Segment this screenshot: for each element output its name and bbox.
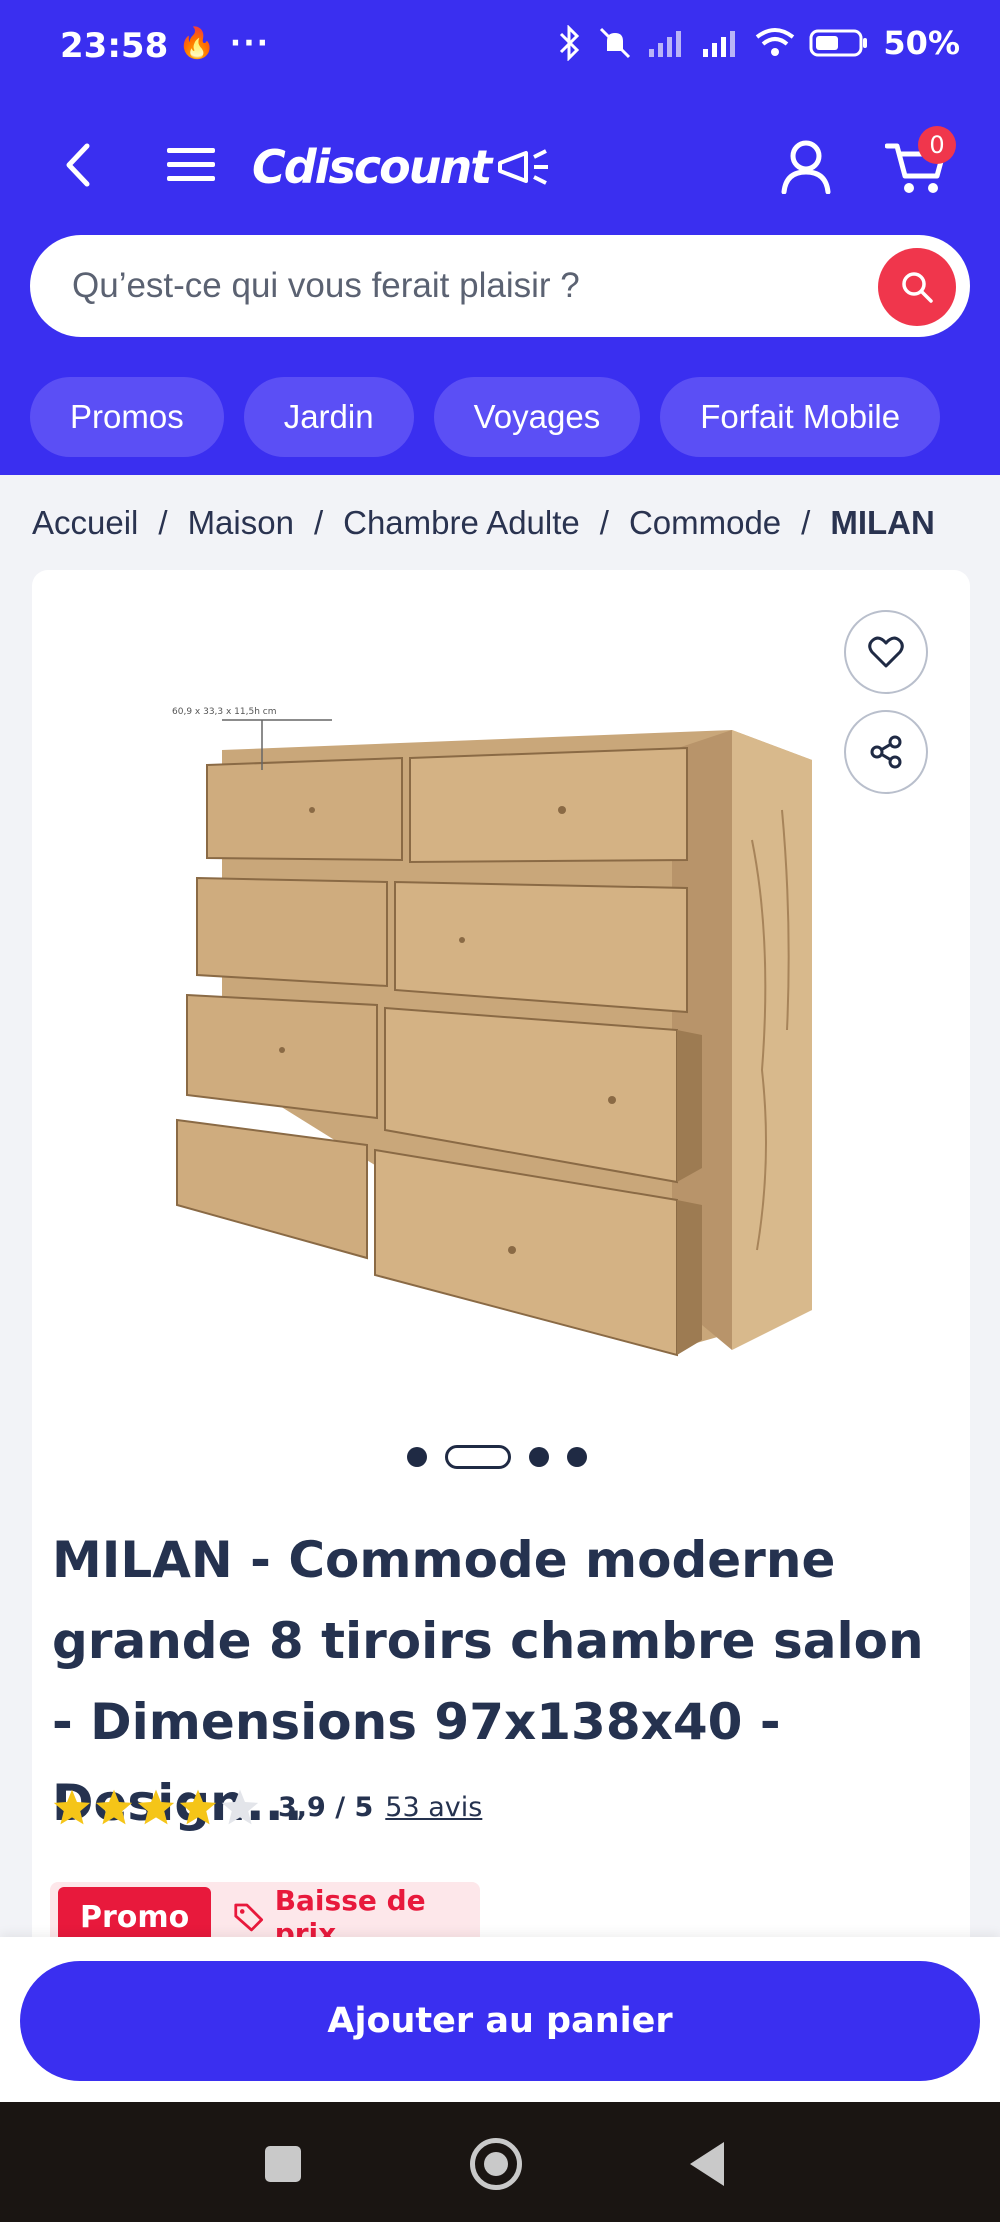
signal-icon (649, 31, 682, 57)
search-bar (30, 235, 970, 337)
dimension-label: 60,9 x 33,3 x 11,5h cm (172, 707, 277, 717)
star-icon (179, 1789, 217, 1825)
cart-count-badge: 0 (918, 126, 956, 164)
chip-forfait-mobile[interactable]: Forfait Mobile (660, 377, 941, 457)
carousel-dot-active[interactable] (445, 1445, 511, 1469)
carousel-dot[interactable] (567, 1447, 587, 1467)
rating-stars (52, 1788, 260, 1826)
breadcrumb-item-commode[interactable]: Commode (629, 504, 781, 542)
status-notification-icons: 🔥 ··· (178, 26, 270, 61)
rating-score: 3,9 / 5 (278, 1791, 374, 1823)
review-count-link[interactable]: 53 avis (385, 1792, 482, 1823)
star-empty-icon (221, 1789, 259, 1825)
status-time: 23:58 (60, 26, 169, 66)
breadcrumb-item-maison[interactable]: Maison (188, 504, 294, 542)
recent-apps-icon[interactable] (265, 2146, 301, 2182)
star-icon (95, 1789, 133, 1825)
star-icon (53, 1789, 91, 1825)
breadcrumb-separator: / (158, 504, 168, 541)
breadcrumb: Accueil / Maison / Chambre Adulte / Comm… (32, 498, 970, 548)
carousel-dot[interactable] (407, 1447, 427, 1467)
product-card: 60,9 x 33,3 x 11,5h cm MILAN - Commode m… (32, 570, 970, 1970)
back-arrow-icon[interactable] (55, 140, 105, 190)
favorite-button[interactable] (844, 610, 928, 694)
carousel-dot[interactable] (529, 1447, 549, 1467)
add-to-cart-button[interactable]: Ajouter au panier (20, 1961, 980, 2081)
cdiscount-logo[interactable]: Cdiscount (252, 140, 552, 194)
breadcrumb-separator: / (801, 504, 811, 541)
bluetooth-icon (560, 25, 580, 61)
back-icon[interactable] (690, 2142, 724, 2186)
chip-voyages[interactable]: Voyages (433, 377, 641, 457)
header: Cdiscount 0 Promos Jardin Voyages Forfai… (0, 100, 1000, 475)
signal-icon-2 (703, 31, 736, 57)
category-chips: Promos Jardin Voyages Forfait Mobile (30, 377, 941, 457)
chip-promos[interactable]: Promos (30, 377, 224, 457)
search-input[interactable] (72, 235, 852, 337)
system-nav-bar (0, 2102, 1000, 2222)
mute-icon (600, 27, 631, 59)
battery-percent: 50% (883, 24, 960, 62)
user-account-icon[interactable] (778, 138, 834, 194)
menu-icon[interactable] (165, 140, 217, 190)
price-tag-icon (234, 1903, 264, 1932)
breadcrumb-separator: / (599, 504, 609, 541)
home-icon[interactable] (470, 2138, 522, 2190)
image-carousel-dots (407, 1445, 587, 1469)
breadcrumb-item-chambre-adulte[interactable]: Chambre Adulte (343, 504, 580, 542)
battery-icon (809, 29, 868, 57)
status-bar: 23:58 🔥 ··· 50% (0, 0, 1000, 100)
chip-jardin[interactable]: Jardin (243, 377, 414, 457)
breadcrumb-item-current: MILAN (830, 504, 935, 541)
megaphone-icon (498, 149, 549, 185)
search-icon (902, 272, 933, 303)
bottom-action-bar: Ajouter au panier (0, 1937, 1000, 2102)
breadcrumb-item-accueil[interactable]: Accueil (32, 504, 138, 542)
product-rating[interactable]: 3,9 / 5 53 avis (52, 1788, 482, 1826)
wifi-icon (756, 28, 795, 56)
heart-icon (868, 636, 904, 668)
star-icon (137, 1789, 175, 1825)
status-icons: 50% (557, 24, 960, 62)
logo-text: Cdiscount (252, 140, 492, 194)
breadcrumb-separator: / (313, 504, 324, 541)
product-image[interactable]: 60,9 x 33,3 x 11,5h cm (132, 690, 892, 1390)
search-button[interactable] (878, 248, 956, 326)
